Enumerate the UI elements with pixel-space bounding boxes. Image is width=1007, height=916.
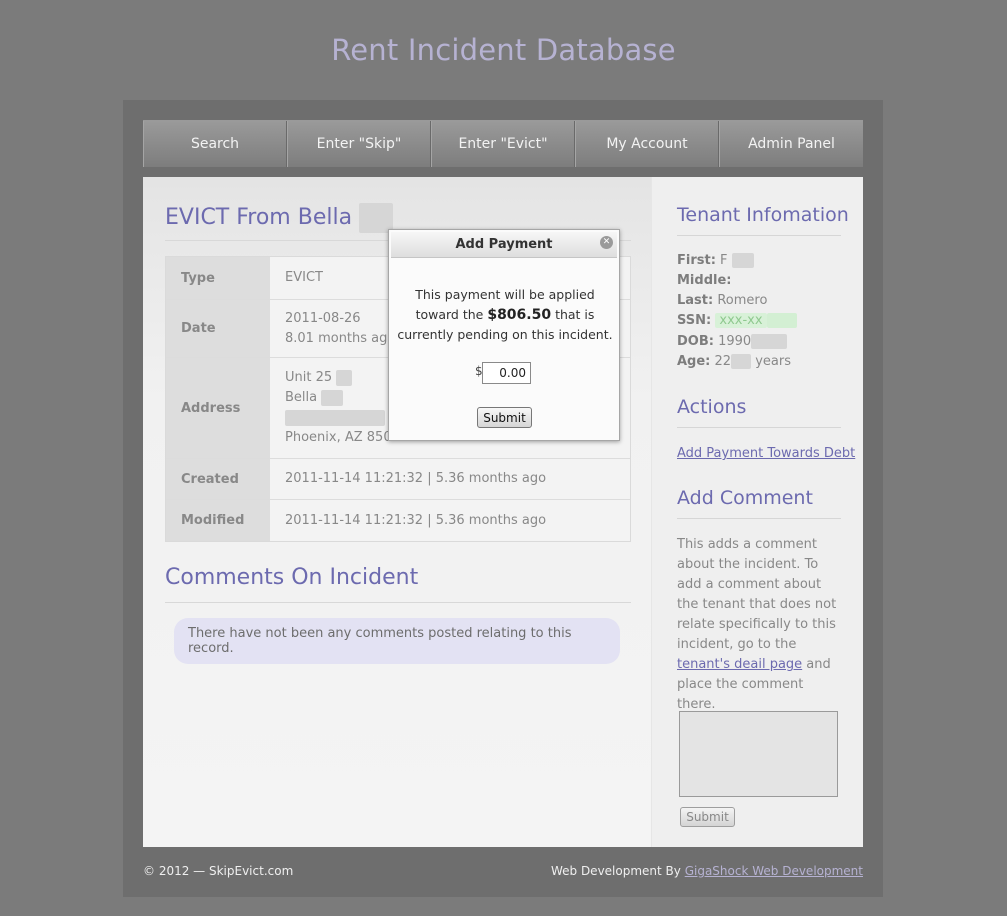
modified-label: Modified <box>166 500 270 541</box>
nav-my-account[interactable]: My Account <box>575 121 719 167</box>
age-value: 22 <box>714 354 732 369</box>
modal-amount-due: $806.50 <box>487 307 552 323</box>
nav-admin-panel[interactable]: Admin Panel <box>719 121 863 167</box>
payment-amount-input[interactable] <box>482 362 531 384</box>
tenant-last: Last: Romero <box>677 293 767 308</box>
address-line-2-text: Bella <box>285 390 318 405</box>
row-modified: Modified 2011-11-14 11:21:32 | 5.36 mont… <box>166 500 630 541</box>
redacted-ssn <box>766 313 797 328</box>
row-created: Created 2011-11-14 11:21:32 | 5.36 month… <box>166 459 630 500</box>
add-comment-divider <box>677 518 841 519</box>
address-label: Address <box>166 358 270 458</box>
actions-divider <box>677 427 841 428</box>
comments-heading: Comments On Incident <box>165 565 419 590</box>
ssn-value: xxx-xx <box>715 313 767 328</box>
last-value: Romero <box>717 293 768 308</box>
nav-search[interactable]: Search <box>143 121 287 167</box>
actions-heading: Actions <box>677 396 747 418</box>
redacted-dob <box>751 334 788 349</box>
redacted-age <box>731 354 752 369</box>
tenant-age: Age: 22 years <box>677 354 791 369</box>
redacted-unit <box>336 369 353 386</box>
site-title: Rent Incident Database <box>331 33 676 67</box>
comments-divider <box>165 602 631 603</box>
redacted-street <box>321 389 344 406</box>
tenant-divider <box>677 235 841 236</box>
middle-label: Middle: <box>677 273 732 288</box>
comment-submit-button[interactable]: Submit <box>680 807 735 827</box>
modal-message: This payment will be applied toward the … <box>397 285 613 345</box>
add-payment-modal: Add Payment ✕ This payment will be appli… <box>388 229 620 441</box>
age-label: Age: <box>677 354 711 369</box>
incident-heading-text: EVICT From Bella <box>165 205 353 230</box>
modified-value-text: 2011-11-14 11:21:32 | 5.36 months ago <box>285 512 547 528</box>
close-icon[interactable]: ✕ <box>600 236 613 249</box>
tenant-detail-link[interactable]: tenant's deail page <box>677 657 802 672</box>
footer-credit: Web Development By GigaShock Web Develop… <box>551 864 863 878</box>
tenant-heading: Tenant Infomation <box>677 204 849 226</box>
date-label: Date <box>166 300 270 357</box>
dob-value: 1990 <box>718 334 752 349</box>
footer-credit-link[interactable]: GigaShock Web Development <box>685 864 863 878</box>
modal-title: Add Payment <box>455 237 553 252</box>
nav-enter-evict[interactable]: Enter "Evict" <box>431 121 575 167</box>
add-comment-help: This adds a comment about the incident. … <box>677 535 845 715</box>
type-label: Type <box>166 257 270 299</box>
main-nav: Search Enter "Skip" Enter "Evict" My Acc… <box>143 120 863 167</box>
last-label: Last: <box>677 293 714 308</box>
tenant-dob: DOB: 1990 <box>677 334 788 349</box>
help-text-before: This adds a comment about the incident. … <box>677 537 837 652</box>
tenant-ssn: SSN: xxx-xx <box>677 313 797 328</box>
modal-submit-button[interactable]: Submit <box>477 407 532 428</box>
created-value: 2011-11-14 11:21:32 | 5.36 months ago <box>270 459 630 499</box>
address-line-1-text: Unit 25 <box>285 370 333 385</box>
age-suffix: years <box>755 354 791 369</box>
comment-textarea[interactable] <box>679 711 838 797</box>
tenant-middle: Middle: <box>677 273 731 288</box>
no-comments-notice: There have not been any comments posted … <box>174 618 620 664</box>
add-comment-heading: Add Comment <box>677 487 813 509</box>
modal-header: Add Payment <box>391 232 617 258</box>
first-label: First: <box>677 253 716 268</box>
first-value: F <box>720 253 728 268</box>
nav-enter-skip[interactable]: Enter "Skip" <box>287 121 431 167</box>
add-payment-link[interactable]: Add Payment Towards Debt <box>677 446 855 461</box>
created-value-text: 2011-11-14 11:21:32 | 5.36 months ago <box>285 471 547 486</box>
tenant-first: First: F <box>677 253 754 268</box>
modified-value: 2011-11-14 11:21:32 | 5.36 months ago <box>270 500 630 541</box>
redacted-first <box>731 253 754 268</box>
incident-heading: EVICT From Bella <box>165 203 394 233</box>
footer-copyright: © 2012 — SkipEvict.com <box>143 864 294 878</box>
footer-credit-prefix: Web Development By <box>550 864 685 878</box>
ssn-label: SSN: <box>677 313 712 328</box>
created-label: Created <box>166 459 270 499</box>
dob-label: DOB: <box>677 334 714 349</box>
redacted-address-line <box>285 409 385 426</box>
